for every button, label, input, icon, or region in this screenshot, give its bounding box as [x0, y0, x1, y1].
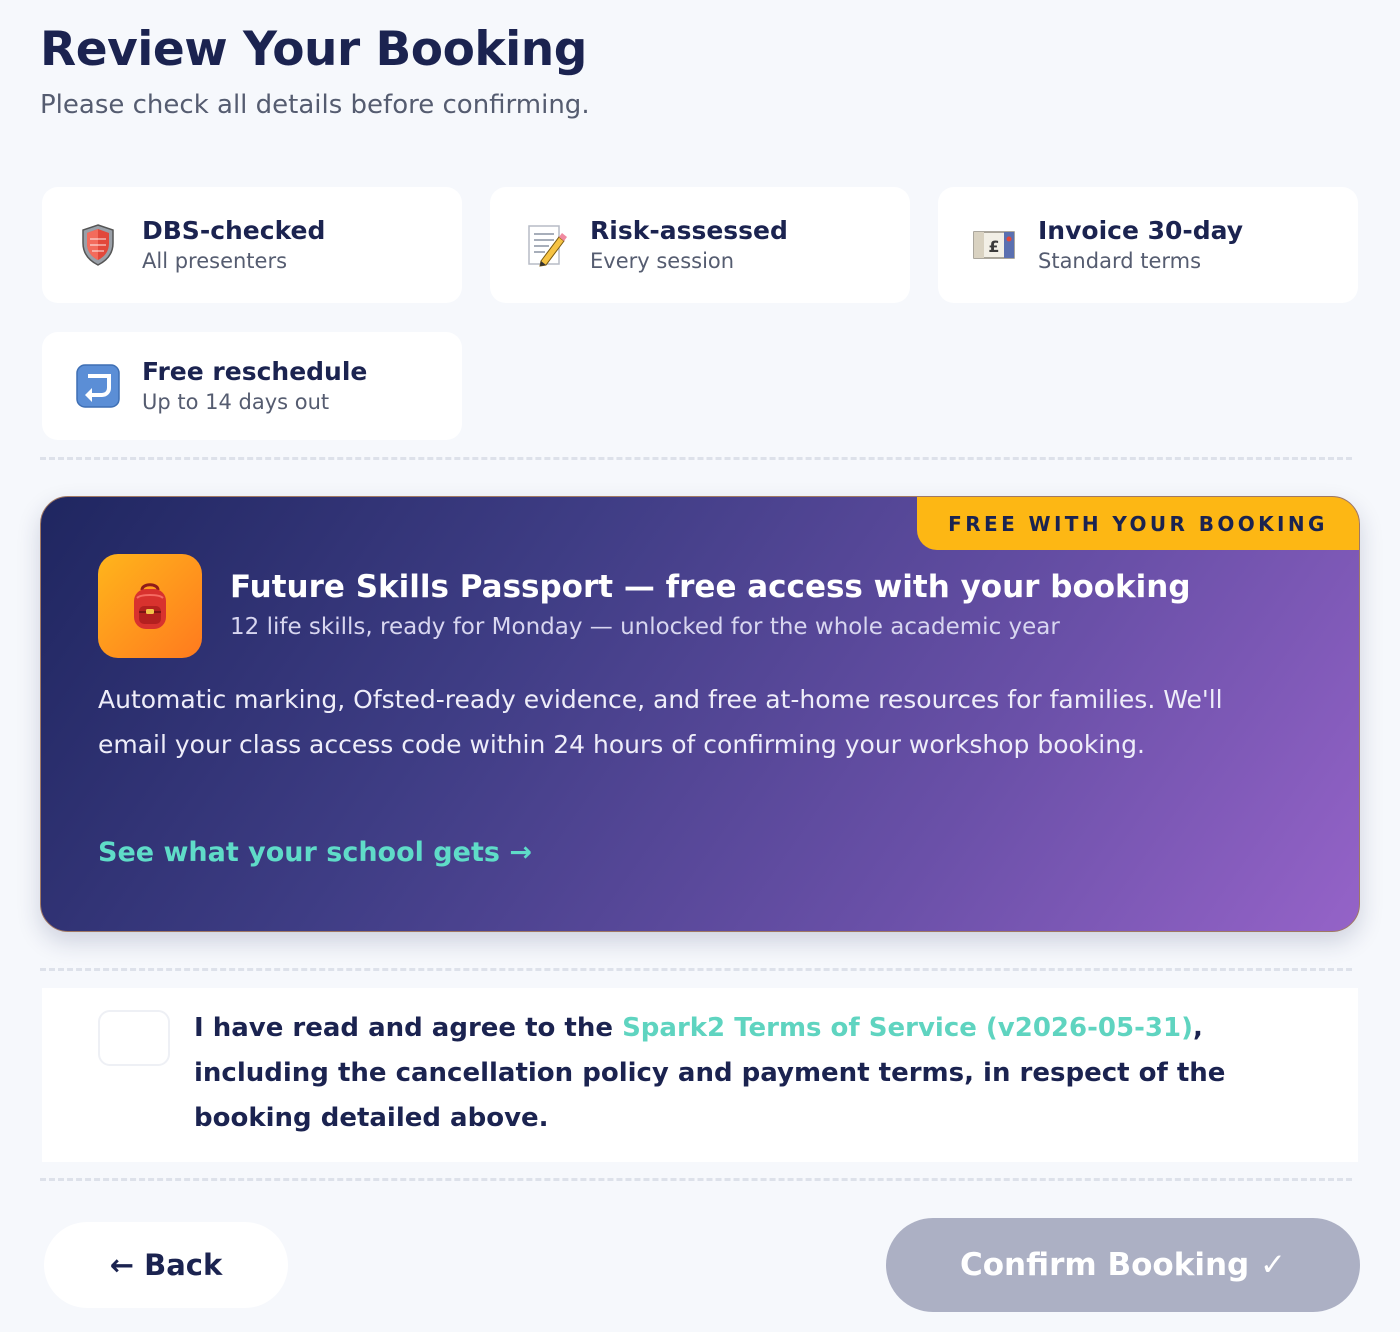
- terms-of-service-link[interactable]: Spark2 Terms of Service (v2026-05-31): [622, 1013, 1193, 1043]
- pound-banknote-icon: £: [972, 223, 1016, 267]
- feature-card-invoice: £ Invoice 30-day Standard terms: [938, 187, 1358, 303]
- back-button[interactable]: ← Back: [44, 1222, 288, 1308]
- feature-subtitle: All presenters: [142, 249, 288, 273]
- feature-card-risk: Risk-assessed Every session: [490, 187, 910, 303]
- feature-subtitle: Standard terms: [1038, 249, 1202, 273]
- terms-checkbox[interactable]: [98, 1010, 170, 1066]
- feature-subtitle: Every session: [590, 249, 735, 273]
- section-divider: [40, 968, 1352, 971]
- promo-card: FREE WITH YOUR BOOKING Future Skills Pas…: [40, 496, 1360, 932]
- feature-card-dbs: DBS-checked All presenters: [42, 187, 462, 303]
- section-divider: [40, 1178, 1352, 1181]
- feature-card-reschedule: Free reschedule Up to 14 days out: [42, 332, 462, 440]
- feature-title: Invoice 30-day: [1038, 216, 1244, 245]
- terms-agreement: I have read and agree to the Spark2 Term…: [42, 988, 1358, 1162]
- terms-text: I have read and agree to the Spark2 Term…: [194, 1006, 1324, 1141]
- feature-title: DBS-checked: [142, 216, 326, 245]
- section-divider: [40, 457, 1352, 460]
- promo-title: Future Skills Passport — free access wit…: [230, 569, 1191, 605]
- feature-title: Risk-assessed: [590, 216, 788, 245]
- page-title: Review Your Booking: [40, 22, 587, 77]
- promo-subtitle: 12 life skills, ready for Monday — unloc…: [230, 614, 1060, 640]
- shield-icon: [76, 223, 120, 267]
- backpack-icon: [98, 554, 202, 658]
- confirm-booking-button[interactable]: Confirm Booking ✓: [886, 1218, 1360, 1312]
- see-school-benefits-link[interactable]: See what your school gets →: [98, 837, 532, 868]
- page-subtitle: Please check all details before confirmi…: [40, 90, 590, 120]
- promo-ribbon: FREE WITH YOUR BOOKING: [917, 497, 1359, 550]
- terms-prefix: I have read and agree to the: [194, 1013, 623, 1043]
- feature-subtitle: Up to 14 days out: [142, 390, 330, 414]
- promo-body: Automatic marking, Ofsted-ready evidence…: [98, 685, 1223, 759]
- return-arrow-icon: [76, 364, 120, 408]
- svg-text:£: £: [988, 237, 999, 256]
- memo-pencil-icon: [524, 223, 568, 267]
- feature-title: Free reschedule: [142, 357, 368, 386]
